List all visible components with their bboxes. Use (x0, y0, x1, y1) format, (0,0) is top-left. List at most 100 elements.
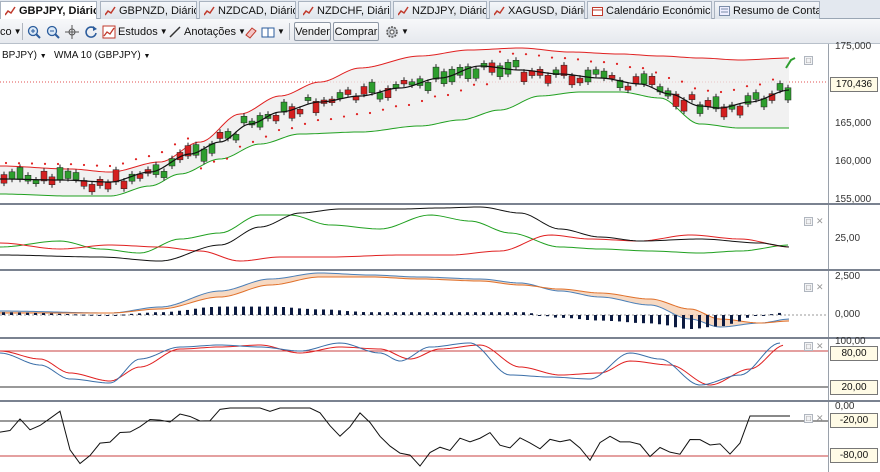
macd-histogram-bar (690, 315, 693, 329)
macd-histogram-bar (146, 312, 149, 315)
candle (400, 79, 408, 85)
parabolic-sar-dot (693, 87, 697, 90)
macd-histogram-bar (74, 314, 77, 316)
parabolic-sar-dot (641, 67, 645, 70)
macd-histogram-bar (778, 312, 781, 315)
panel-close-icon[interactable]: ✕ (816, 282, 824, 293)
parabolic-sar-dot (485, 83, 489, 86)
panel-maximize-button[interactable]: □ (804, 217, 813, 226)
macd-histogram-bar (266, 306, 269, 315)
candle (688, 94, 696, 100)
macd-histogram-bar (322, 309, 325, 315)
macd-histogram-bar (330, 309, 333, 315)
price-panel[interactable]: BPJPY) ▼ WMA 10 (GBPJPY) ▼ □ 175,000 170… (0, 41, 880, 205)
williams-panel[interactable]: □ ✕ 0,00 -20,00 -80,00 (0, 401, 880, 472)
settings-dropdown[interactable]: ▼ (385, 22, 409, 41)
tab-xagusd[interactable]: XAGUSD, Diário (489, 1, 585, 19)
candle (104, 182, 112, 190)
stochastic-chart[interactable] (0, 339, 828, 400)
zoom-out-button[interactable] (46, 22, 62, 41)
parabolic-sar-dot (147, 155, 151, 158)
price-tick: 165,000 (835, 118, 872, 129)
panel-maximize-button[interactable]: □ (804, 283, 813, 292)
candle (160, 171, 168, 178)
buy-button[interactable]: Comprar (333, 22, 379, 41)
tab-nzdcad[interactable]: NZDCAD, Diário (199, 1, 296, 19)
panel-maximize-button[interactable]: □ (804, 56, 813, 65)
macd-signal-line (0, 276, 790, 324)
tab-nzdjpy[interactable]: NZDJPY, Diário (393, 1, 487, 19)
candle (8, 171, 16, 180)
macd-histogram-bar (666, 315, 669, 326)
adx-chart[interactable] (0, 205, 828, 269)
crosshair-button[interactable] (65, 22, 81, 41)
parabolic-sar-dot (381, 108, 385, 111)
tab-gbpjpy[interactable]: GBPJPY, Diário × (0, 1, 97, 20)
macd-histogram-bar (658, 315, 661, 325)
parabolic-sar-dot (420, 99, 424, 103)
studies-dropdown[interactable]: Estudos ▼ (102, 22, 168, 41)
macd-histogram-bar (346, 311, 349, 315)
macd-histogram-bar (650, 315, 653, 324)
price-chart[interactable] (0, 44, 828, 203)
tab-calendario[interactable]: Calendário Económico (587, 1, 712, 19)
candle (632, 76, 640, 84)
stochastic-panel[interactable]: □ ✕ 100,00 80,00 20,00 (0, 336, 880, 402)
refresh-icon (84, 25, 98, 39)
panel-maximize-button[interactable]: □ (804, 342, 813, 351)
parabolic-sar-dot (173, 143, 177, 146)
williams-tick: 0,00 (835, 401, 855, 412)
parabolic-sar-dot (511, 52, 515, 55)
macd-histogram-bar (178, 310, 181, 315)
annotations-dropdown[interactable]: Anotações ▼ (168, 22, 246, 41)
tab-label: Calendário Económico (606, 4, 712, 17)
parabolic-sar-dot (472, 83, 476, 86)
tab-resumo-conta[interactable]: Resumo de Conta (714, 1, 820, 19)
zoom-in-button[interactable] (27, 22, 43, 41)
macd-histogram-bar (442, 312, 445, 315)
parabolic-sar-dot (576, 58, 580, 61)
eraser-button[interactable] (243, 22, 259, 41)
candle (16, 167, 24, 180)
chart-type-dropdown[interactable]: co ▼ (0, 22, 22, 41)
tab-nzdchf[interactable]: NZDCHF, Diário (298, 1, 391, 19)
parabolic-sar-dot (56, 162, 60, 166)
macd-histogram-bar (474, 312, 477, 315)
candle (240, 116, 248, 124)
layout-dropdown[interactable]: ▼ (261, 22, 285, 41)
parabolic-sar-dot (394, 105, 398, 108)
parabolic-sar-dot (30, 162, 34, 165)
macd-histogram-bar (2, 312, 5, 315)
parabolic-sar-dot (732, 88, 736, 91)
macd-panel[interactable]: □ ✕ 2,500 0,000 (0, 271, 880, 339)
macd-chart[interactable] (0, 271, 828, 337)
macd-histogram-bar (698, 315, 701, 329)
panel-close-icon[interactable]: ✕ (816, 341, 824, 352)
panel-close-icon[interactable]: ✕ (816, 413, 824, 424)
sell-button[interactable]: Vender (294, 22, 331, 41)
chart-icon (104, 6, 116, 16)
panel-maximize-button[interactable]: □ (804, 414, 813, 423)
parabolic-sar-dot (758, 83, 762, 86)
macd-histogram-bar (114, 314, 117, 316)
legend-symbol[interactable]: BPJPY) ▼ (2, 50, 47, 61)
studies-icon (102, 25, 116, 39)
panel-close-icon[interactable]: ✕ (816, 216, 824, 227)
parabolic-sar-dot (771, 78, 775, 81)
williams-level-80: -80,00 (830, 448, 878, 463)
macd-histogram-bar (122, 314, 125, 316)
tab-gbpnzd[interactable]: GBPNZD, Diário (100, 1, 197, 19)
macd-histogram-bar (426, 312, 429, 315)
macd-histogram-bar (298, 308, 301, 315)
macd-histogram-bar (730, 315, 733, 324)
parabolic-sar-dot (329, 117, 333, 121)
macd-histogram-bar (554, 315, 557, 318)
macd-histogram-bar (306, 308, 309, 315)
stoch-axis: 100,00 80,00 20,00 (828, 336, 880, 400)
parabolic-sar-dot (238, 145, 242, 148)
refresh-button[interactable] (84, 22, 100, 41)
adx-panel[interactable]: □ ✕ 25,00 (0, 205, 880, 271)
legend-wma[interactable]: WMA 10 (GBPJPY) ▼ (54, 50, 150, 61)
candle (680, 99, 688, 112)
williams-chart[interactable] (0, 402, 828, 472)
